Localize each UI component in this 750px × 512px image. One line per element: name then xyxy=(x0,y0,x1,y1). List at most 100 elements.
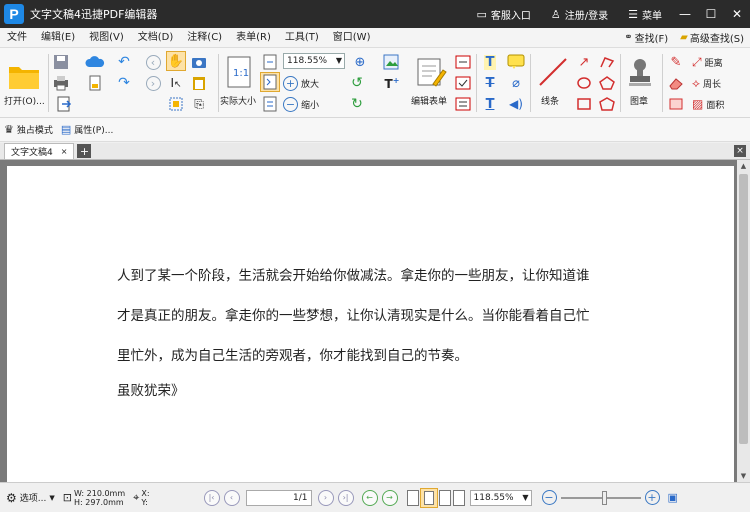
fit-visible-button[interactable] xyxy=(261,95,279,113)
hand-tool-button[interactable]: ✋ xyxy=(166,51,186,71)
actual-size-button[interactable]: 1:1 xyxy=(222,54,256,90)
tab-document[interactable]: 文字文稿4 × xyxy=(4,143,75,159)
next-page-button[interactable]: › xyxy=(317,489,334,506)
previous-page-button[interactable]: ‹ xyxy=(223,489,240,506)
pdf-page[interactable]: 人到了某一个阶段，生活就会开始给你做减法。拿走你的一些朋友，让你知道谁 才是真正… xyxy=(7,166,734,482)
perimeter-button[interactable]: ⟡ 周长 xyxy=(692,74,744,92)
options-button[interactable]: ⚙ 选项... ▼ xyxy=(6,491,55,505)
form-list-button[interactable] xyxy=(453,95,473,113)
close-tabs-button[interactable]: × xyxy=(734,145,746,157)
redo-button[interactable]: ↷ xyxy=(112,74,136,92)
history-forward-button[interactable]: → xyxy=(381,489,398,506)
back-button[interactable]: ‹ xyxy=(144,53,162,71)
insert-image-button[interactable] xyxy=(378,53,406,71)
svg-text:1:1: 1:1 xyxy=(233,68,249,79)
cloud-button[interactable] xyxy=(80,53,110,71)
zoom-in-button[interactable]: + 放大 xyxy=(283,74,329,92)
ellipse-tool-button[interactable] xyxy=(574,74,594,92)
close-window-button[interactable]: ✕ xyxy=(724,0,750,28)
vertical-scrollbar[interactable]: ▲ ▼ xyxy=(737,160,750,482)
fit-width-button[interactable] xyxy=(261,53,279,71)
menu-comment[interactable]: 注释(C) xyxy=(180,28,229,48)
scroll-down-icon[interactable]: ▼ xyxy=(737,470,750,482)
zoom-slider[interactable] xyxy=(560,490,641,505)
area-button[interactable]: ▨ 面积 xyxy=(692,95,744,113)
rotate-right-button[interactable]: ↻ xyxy=(347,95,367,113)
fullscreen-icon[interactable]: ▣ xyxy=(668,491,678,504)
form-text-field-button[interactable] xyxy=(453,53,473,71)
scrollbar-thumb[interactable] xyxy=(739,174,748,444)
pencil-button[interactable]: ✎ xyxy=(666,53,686,71)
save-button[interactable] xyxy=(52,53,70,71)
snapshot-button[interactable] xyxy=(189,53,209,71)
zoom-tool-button[interactable]: ⊕ xyxy=(347,53,373,71)
crop-button[interactable]: ⎘ xyxy=(189,95,209,113)
single-page-view-icon[interactable] xyxy=(406,489,419,506)
advanced-find-button[interactable]: ▰ 高级查找(S) xyxy=(676,29,748,47)
line-tool-button[interactable] xyxy=(534,54,572,90)
facing-view-icon[interactable] xyxy=(438,489,451,506)
rectangle-tool-button[interactable] xyxy=(574,95,594,113)
zoom-level-select[interactable]: 118.55% ▼ xyxy=(283,53,345,69)
zoom-out-button[interactable]: − 缩小 xyxy=(283,95,329,113)
first-page-button[interactable]: |‹ xyxy=(203,489,220,506)
menu-document[interactable]: 文档(D) xyxy=(131,28,181,48)
menu-view[interactable]: 视图(V) xyxy=(82,28,131,48)
menu-edit[interactable]: 编辑(E) xyxy=(34,28,82,48)
highlight-area-button[interactable] xyxy=(666,95,686,113)
last-page-button[interactable]: ›| xyxy=(337,489,354,506)
sound-button[interactable]: ◀) xyxy=(505,95,527,113)
menu-form[interactable]: 表单(R) xyxy=(229,28,278,48)
new-tab-button[interactable]: + xyxy=(77,144,92,158)
zoom-out-minus-icon[interactable]: − xyxy=(541,490,557,505)
undo-button[interactable]: ↶ xyxy=(112,53,136,71)
status-zoom-select[interactable]: 118.55% ▼ xyxy=(469,489,532,506)
continuous-view-button[interactable] xyxy=(419,487,438,508)
arrow-tool-button[interactable]: ↗ xyxy=(574,53,594,71)
login-button[interactable]: ♙ 注册/登录 xyxy=(541,0,618,28)
maximize-button[interactable]: ☐ xyxy=(698,0,724,28)
menu-file[interactable]: 文件 xyxy=(0,28,34,48)
strikeout-button[interactable]: T xyxy=(480,74,500,92)
insert-text-button[interactable]: T+ xyxy=(378,74,406,92)
page-dimensions: ⊡ W: 210.0mm H: 297.0mm xyxy=(63,489,125,507)
open-button[interactable] xyxy=(4,54,44,98)
marquee-select-button[interactable] xyxy=(166,95,186,113)
export-button[interactable] xyxy=(52,95,76,113)
customer-service-button[interactable]: ▭ 客服入口 xyxy=(466,0,540,28)
clipboard-button[interactable] xyxy=(189,74,209,92)
menu-tools[interactable]: 工具(T) xyxy=(278,28,326,48)
polygon-tool-button[interactable] xyxy=(597,74,617,92)
properties-button[interactable]: ▤ 属性(P)... xyxy=(57,123,117,136)
fit-page-button[interactable] xyxy=(260,72,280,92)
page-number-input[interactable]: 1/1 xyxy=(245,489,312,506)
note-button[interactable] xyxy=(505,53,527,71)
zoom-slider-handle[interactable] xyxy=(601,490,607,505)
rotate-left-button[interactable]: ↺ xyxy=(347,74,367,92)
typewriter-button[interactable]: T xyxy=(480,53,500,71)
menu-window[interactable]: 窗口(W) xyxy=(326,28,378,48)
eraser-button[interactable] xyxy=(666,74,686,92)
minimize-button[interactable]: — xyxy=(672,0,698,28)
tab-close-icon[interactable]: × xyxy=(61,147,68,156)
forward-button[interactable]: › xyxy=(144,74,162,92)
stamp-button[interactable] xyxy=(623,54,657,90)
polyline-tool-button[interactable] xyxy=(597,53,617,71)
form-checkbox-button[interactable] xyxy=(453,74,473,92)
attach-file-button[interactable]: ⌀ xyxy=(505,74,527,92)
print-button[interactable] xyxy=(52,74,70,92)
distance-button[interactable]: ⤢ 距离 xyxy=(692,53,744,71)
main-menu-button[interactable]: ☰ 菜单 xyxy=(618,0,672,28)
new-document-button[interactable] xyxy=(80,74,110,92)
exclusive-mode-button[interactable]: ♛ 独占模式 xyxy=(0,123,57,136)
select-text-button[interactable]: I↖ xyxy=(166,74,186,92)
scroll-up-icon[interactable]: ▲ xyxy=(737,160,750,172)
document-viewport[interactable]: 人到了某一个阶段，生活就会开始给你做减法。拿走你的一些朋友，让你知道谁 才是真正… xyxy=(0,160,750,482)
edit-form-button[interactable] xyxy=(412,54,450,90)
history-back-button[interactable]: ← xyxy=(361,489,378,506)
underline-button[interactable]: T xyxy=(480,95,500,113)
find-button[interactable]: ⚭ 查找(F) xyxy=(620,29,672,47)
cloud-shape-tool-button[interactable] xyxy=(597,95,617,113)
facing-continuous-view-icon[interactable] xyxy=(452,489,465,506)
zoom-in-plus-icon[interactable]: + xyxy=(644,490,660,505)
